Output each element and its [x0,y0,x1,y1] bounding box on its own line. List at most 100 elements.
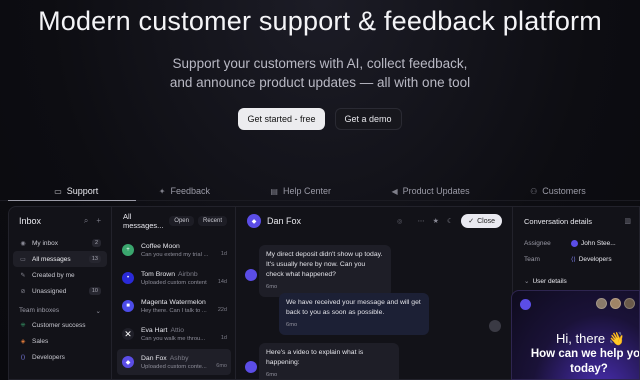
list-item[interactable]: + Coffee Moon Can you extend my trial ...… [117,237,231,263]
field-label: Assignee [524,239,551,247]
avatar [596,298,607,309]
row-time: 14d [217,279,227,285]
add-icon[interactable]: + [96,216,101,226]
inbox-icon: ▭ [20,256,26,263]
avatar: ■ [122,300,134,312]
message-text: We have received your message and will g… [286,299,421,316]
row-preview: Hey there. Can I talk to ... [141,307,207,314]
hash-icon: ⁜ [20,322,26,329]
sidebar-item-unassigned[interactable]: ⊘ Unassigned 10 [13,283,107,299]
unassigned-icon: ⊘ [20,288,26,295]
message-text: My direct deposit didn't show up today. … [266,251,383,278]
snooze-icon[interactable]: ☾ [447,217,453,225]
panel-toggle-icon[interactable]: ▥ [624,217,631,225]
megaphone-icon: ◀ [391,186,398,196]
avatar: • [122,272,134,284]
conversation-title: Dan Fox [267,216,302,226]
count-badge: 2 [91,239,101,247]
avatar [610,298,621,309]
users-icon: ⚇ [530,186,538,196]
avatar [245,361,257,373]
open-filter[interactable]: Open [169,216,194,226]
user-details-header[interactable]: ⌄ User details [514,273,639,289]
list-item[interactable]: ◆ Dan Fox Ashby Uploaded custom conte... 6… [117,349,231,375]
get-started-button[interactable]: Get started - free [238,108,325,130]
inbox-sidebar: Inbox ⌕ + ◉ My inbox 2 ▭ All messages 13 ✎ Cr… [9,207,112,379]
star-icon[interactable]: ★ [433,217,439,225]
sidebar-item-label: Developers [32,353,65,361]
avatar: ✕ [122,328,134,340]
check-icon: ✓ [468,218,475,225]
conversation-panel: ◆ Dan Fox ◎ ⋯ ★ ☾ ✓ Close My direct depos… [237,207,513,379]
row-name-text: Eva Hart [141,326,168,334]
row-time: 22d [217,307,227,313]
sidebar-item-created-by-me[interactable]: ✎ Created by me [13,267,107,283]
row-time: 6mo [216,363,227,369]
sidebar-item-customer-success[interactable]: ⁜ Customer success [13,317,107,333]
row-preview: Uploaded custom content [141,279,207,286]
section-label: Team inboxes [19,307,60,314]
inbox-title: Inbox [19,216,42,226]
avatar [571,239,578,247]
pencil-icon: ✎ [20,272,26,279]
book-icon: ▤ [270,186,278,196]
avatar [624,298,635,309]
code-icon: ⟨⟩ [20,354,26,361]
product-tabs: ▭ Support ✦ Feedback ▤ Help Center ◀ Product… [0,182,640,200]
inbox-icon: ▭ [54,186,62,196]
tab-support[interactable]: ▭ Support [54,182,98,200]
team-inboxes-header[interactable]: Team inboxes ⌄ [19,307,101,315]
sidebar-item-all-messages[interactable]: ▭ All messages 13 [13,251,107,267]
list-item[interactable]: ■ Magenta Watermelon Hey there. Can I tal… [117,293,231,319]
avatar [245,269,257,281]
hero-title: Modern customer support & feedback platf… [38,6,602,36]
chat-widget[interactable]: Hi, there 👋 How can we help you today? [511,290,640,380]
list-item[interactable]: • Tom Brown Airbnb Uploaded custom content… [117,265,231,291]
agent-avatar [489,320,501,332]
section-label: User details [532,277,567,285]
row-preview: Can you walk me throu... [141,335,206,342]
hero-subtitle-line-2: and announce product updates — all with … [169,75,471,90]
count-badge: 10 [88,287,101,295]
assignee-value: John Stee... [581,239,616,247]
row-preview: Can you extend my trial ... [141,251,209,258]
close-button[interactable]: ✓ Close [461,214,502,228]
avatar: + [122,244,134,256]
sidebar-item-label: All messages [32,255,71,263]
row-name: Coffee Moon [141,242,180,250]
team-avatars [596,298,635,309]
message-time: 6mo [286,322,298,328]
row-name-text: Dan Fox [141,354,167,362]
widget-greeting: Hi, there 👋 [556,331,625,346]
status-icon: ◎ [397,218,403,225]
row-time: 1d [220,335,227,341]
hero-subtitle-line-1: Support your customers with AI, collect … [172,56,468,71]
chevron-down-icon: ⌄ [95,308,101,315]
tab-feedback[interactable]: ✦ Feedback [159,182,210,200]
sales-icon: ◈ [20,338,26,345]
sidebar-item-label: Created by me [32,271,75,279]
assignee-row[interactable]: Assignee John Stee... [514,235,639,251]
team-value: Developers [578,255,612,263]
message-bubble: My direct deposit didn't show up today. … [259,245,391,297]
tab-product-updates[interactable]: ◀ Product Updates [391,182,469,200]
row-name: Magenta Watermelon [141,298,206,306]
sidebar-item-developers[interactable]: ⟨⟩ Developers [13,349,107,365]
more-icon[interactable]: ⋯ [418,217,425,225]
message-time: 6mo [266,284,278,290]
message-bubble: Here's a video to explain what is happen… [259,343,399,379]
sort-filter[interactable]: Recent [197,216,227,226]
row-name: Eva Hart Attio [141,327,226,334]
tab-customers[interactable]: ⚇ Customers [530,182,586,200]
row-name-text: Tom Brown [141,270,175,278]
list-item[interactable]: ✕ Eva Hart Attio Can you walk me throu... … [117,321,231,347]
tab-help-center[interactable]: ▤ Help Center [270,182,331,200]
message-text: Here's a video to explain what is happen… [266,349,364,366]
widget-question: How can we help you today? [530,348,640,375]
team-row[interactable]: Team ⟨⟩ Developers [514,251,639,267]
sidebar-item-sales[interactable]: ◈ Sales [13,333,107,349]
sidebar-item-my-inbox[interactable]: ◉ My inbox 2 [13,235,107,251]
get-demo-button[interactable]: Get a demo [334,108,402,130]
search-icon[interactable]: ⌕ [84,216,88,226]
tab-label: Customers [542,186,586,196]
